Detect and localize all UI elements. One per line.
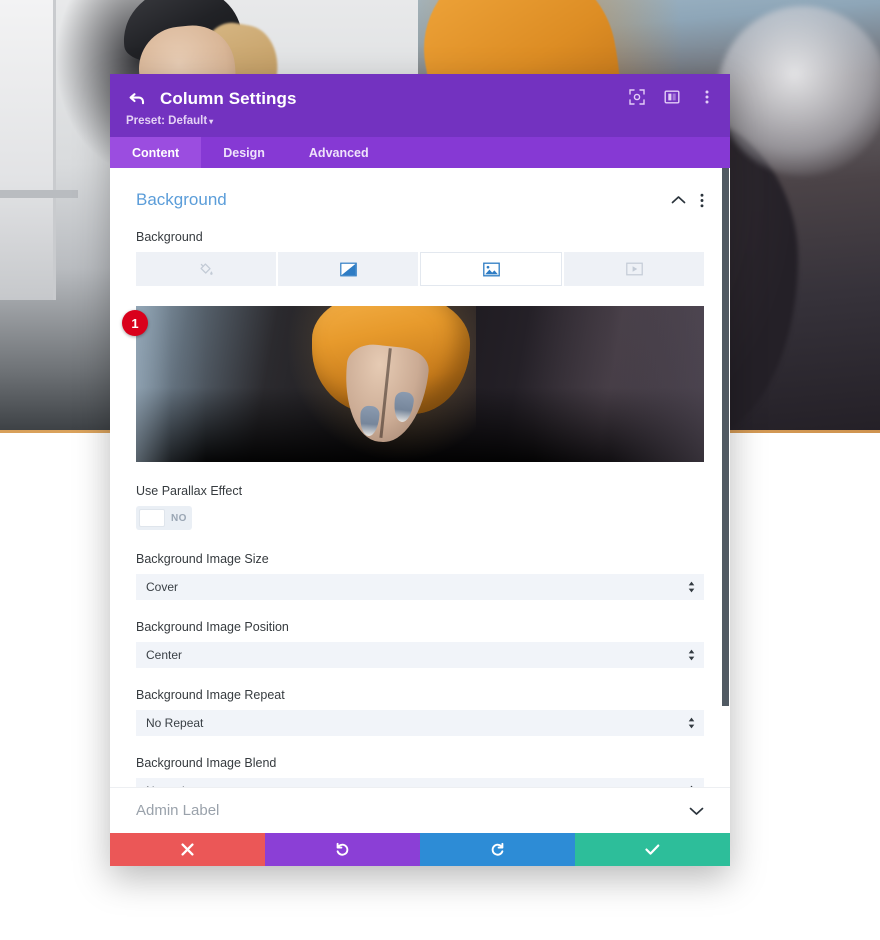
check-icon bbox=[645, 843, 660, 856]
select-stepper-icon bbox=[688, 717, 695, 729]
parallax-toggle-value: NO bbox=[171, 512, 187, 524]
parallax-field: Use Parallax Effect NO bbox=[136, 484, 704, 532]
preview-right-fade bbox=[534, 306, 704, 462]
background-image-position-label: Background Image Position bbox=[136, 620, 289, 634]
close-icon bbox=[181, 843, 194, 856]
background-image-repeat-select[interactable]: No Repeat bbox=[136, 710, 704, 736]
background-image-position-value: Center bbox=[146, 648, 183, 662]
background-type-tabs bbox=[136, 252, 704, 286]
modal-action-bar bbox=[110, 833, 730, 866]
background-image-size-label: Background Image Size bbox=[136, 552, 269, 566]
select-stepper-icon bbox=[688, 785, 695, 787]
cancel-button[interactable] bbox=[110, 833, 265, 866]
modal-title: Column Settings bbox=[160, 89, 297, 108]
back-arrow-icon[interactable] bbox=[126, 88, 148, 110]
background-video-tab[interactable] bbox=[564, 252, 704, 286]
preset-label: Preset: Default bbox=[126, 115, 208, 127]
settings-scrollbar-thumb[interactable] bbox=[722, 168, 729, 706]
select-stepper-icon bbox=[688, 649, 695, 661]
background-image-blend-label: Background Image Blend bbox=[136, 756, 277, 770]
background-image-size-select[interactable]: Cover bbox=[136, 574, 704, 600]
tab-content[interactable]: Content bbox=[110, 137, 202, 168]
window-sill-decor bbox=[0, 190, 78, 198]
more-vertical-icon[interactable] bbox=[698, 88, 716, 106]
modal-body: Background Background 1 Use Parallax Eff… bbox=[110, 168, 730, 787]
background-image-blend-field: Background Image Blend Normal bbox=[136, 756, 704, 787]
image-icon bbox=[482, 262, 500, 277]
window-decor bbox=[0, 0, 56, 300]
background-field-label: Background bbox=[136, 230, 203, 244]
modal-header: Column Settings Preset: Default ▾ bbox=[110, 74, 730, 137]
background-image-repeat-field: Background Image Repeat No Repeat bbox=[136, 688, 704, 736]
background-image-preview-wrap: 1 bbox=[122, 306, 704, 462]
background-image-preview[interactable] bbox=[136, 306, 704, 462]
section-title: Background bbox=[136, 190, 227, 209]
tab-advanced[interactable]: Advanced bbox=[287, 137, 391, 168]
layout-panel-icon[interactable] bbox=[663, 88, 681, 106]
background-image-blend-select[interactable]: Normal bbox=[136, 778, 704, 787]
background-image-position-field: Background Image Position Center bbox=[136, 620, 704, 668]
background-image-repeat-label: Background Image Repeat bbox=[136, 688, 285, 702]
gradient-icon bbox=[339, 262, 357, 277]
preview-left-fade bbox=[136, 306, 206, 462]
video-icon bbox=[625, 262, 643, 276]
admin-label-title: Admin Label bbox=[136, 802, 220, 819]
undo-icon bbox=[335, 842, 350, 857]
settings-scrollbar-track[interactable] bbox=[722, 168, 730, 787]
background-image-tab[interactable] bbox=[420, 252, 562, 286]
chevron-up-icon[interactable] bbox=[671, 195, 686, 205]
background-image-size-value: Cover bbox=[146, 580, 179, 594]
parallax-toggle-knob bbox=[139, 509, 165, 527]
background-gradient-tab[interactable] bbox=[278, 252, 418, 286]
select-stepper-icon bbox=[688, 581, 695, 593]
section-more-vertical-icon[interactable] bbox=[700, 193, 704, 208]
parallax-label: Use Parallax Effect bbox=[136, 484, 243, 498]
background-section-header: Background bbox=[136, 190, 704, 210]
tab-design[interactable]: Design bbox=[201, 137, 287, 168]
preset-caret-icon: ▾ bbox=[209, 117, 214, 126]
background-image-repeat-value: No Repeat bbox=[146, 716, 204, 730]
settings-scroll-area: Background Background 1 Use Parallax Eff… bbox=[110, 168, 730, 787]
paint-bucket-icon bbox=[198, 261, 214, 277]
redo-icon bbox=[490, 842, 505, 857]
background-color-tab[interactable] bbox=[136, 252, 276, 286]
parallax-toggle[interactable]: NO bbox=[136, 506, 192, 530]
background-image-blend-value: Normal bbox=[146, 784, 185, 787]
blur-highlight-decor bbox=[718, 6, 880, 176]
chevron-down-icon[interactable] bbox=[689, 806, 704, 816]
background-image-position-select[interactable]: Center bbox=[136, 642, 704, 668]
save-button[interactable] bbox=[575, 833, 730, 866]
redo-button[interactable] bbox=[420, 833, 575, 866]
modal-tabs: Content Design Advanced bbox=[110, 137, 730, 168]
undo-button[interactable] bbox=[265, 833, 420, 866]
background-type-field: Background bbox=[136, 230, 704, 286]
step-badge-1: 1 bbox=[122, 310, 148, 336]
preset-selector[interactable]: Preset: Default ▾ bbox=[126, 115, 714, 127]
modal-header-icons bbox=[628, 88, 716, 106]
background-image-size-field: Background Image Size Cover bbox=[136, 552, 704, 600]
column-settings-modal: Column Settings Preset: Default ▾ Conten… bbox=[110, 74, 730, 866]
focus-target-icon[interactable] bbox=[628, 88, 646, 106]
admin-label-section[interactable]: Admin Label bbox=[110, 787, 730, 833]
